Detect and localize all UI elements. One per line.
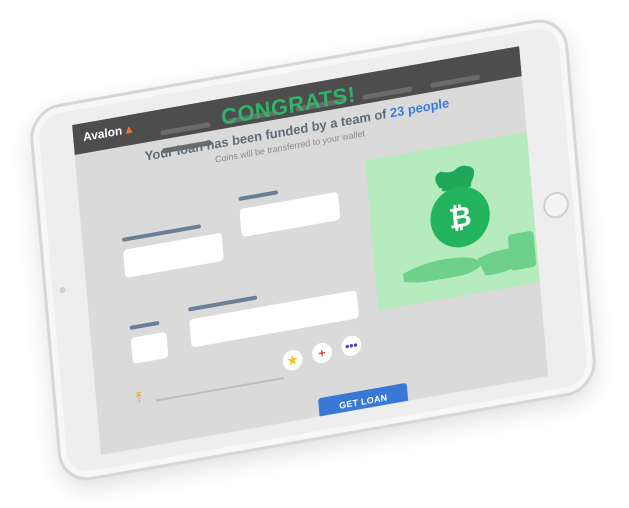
app-logo[interactable]: Avalon▲ <box>83 121 136 144</box>
tablet-screen: Avalon▲ CONGRATS! Your loan has been fun… <box>72 46 549 455</box>
form-input[interactable] <box>239 191 341 238</box>
ellipsis-icon: ••• <box>344 337 359 354</box>
logo-text: Avalon <box>82 123 123 145</box>
form-input[interactable] <box>189 290 359 348</box>
form-input[interactable] <box>122 232 224 278</box>
flame-icon: ▲ <box>122 121 136 138</box>
upload-icon[interactable]: ⤒ <box>135 389 143 407</box>
field-label <box>129 320 160 330</box>
camera-icon <box>59 286 66 294</box>
star-button[interactable]: ★ <box>281 348 304 372</box>
nav-link[interactable] <box>430 74 480 89</box>
form-input[interactable] <box>130 331 169 364</box>
plus-button[interactable]: + <box>311 341 333 365</box>
plus-icon: + <box>317 345 327 361</box>
get-loan-button[interactable]: GET LOAN <box>317 382 409 421</box>
star-icon: ★ <box>286 352 299 369</box>
field-label <box>238 190 279 202</box>
upload-progress-line <box>156 376 285 402</box>
nav-link[interactable] <box>160 121 211 136</box>
nav-link[interactable] <box>362 86 413 100</box>
home-button[interactable] <box>542 189 571 221</box>
tablet-device: Avalon▲ CONGRATS! Your loan has been fun… <box>27 14 599 486</box>
money-bag-hand-illustration: ₿ <box>403 165 537 283</box>
loan-illustration: ₿ <box>365 129 549 311</box>
money-bag-bitcoin-icon: ₿ <box>430 165 490 248</box>
bitcoin-symbol: ₿ <box>448 200 473 235</box>
more-button[interactable]: ••• <box>340 334 363 358</box>
